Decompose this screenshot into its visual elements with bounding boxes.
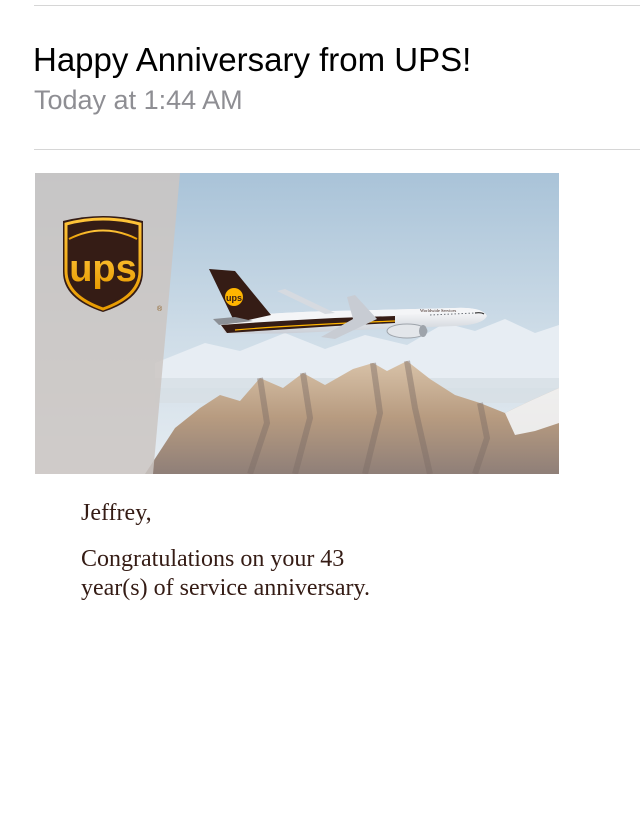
top-divider xyxy=(34,5,640,6)
message-line-1: Congratulations on your 43 xyxy=(81,546,345,572)
header-divider xyxy=(34,149,640,150)
anniversary-message: Congratulations on your 43 year(s) of se… xyxy=(81,545,481,603)
message-line-2: year(s) of service anniversary. xyxy=(81,575,370,601)
svg-text:®: ® xyxy=(157,305,163,313)
greeting-salutation: Jeffrey, xyxy=(81,500,152,526)
fuselage-text: Worldwide Services xyxy=(420,308,457,313)
email-timestamp: Today at 1:44 AM xyxy=(34,85,243,115)
anniversary-banner: ups ® ups Worldwide Services xyxy=(35,173,559,474)
tail-logo-text: ups xyxy=(226,293,242,303)
email-subject: Happy Anniversary from UPS! xyxy=(33,41,472,78)
ups-logo-text: ups xyxy=(69,248,137,290)
